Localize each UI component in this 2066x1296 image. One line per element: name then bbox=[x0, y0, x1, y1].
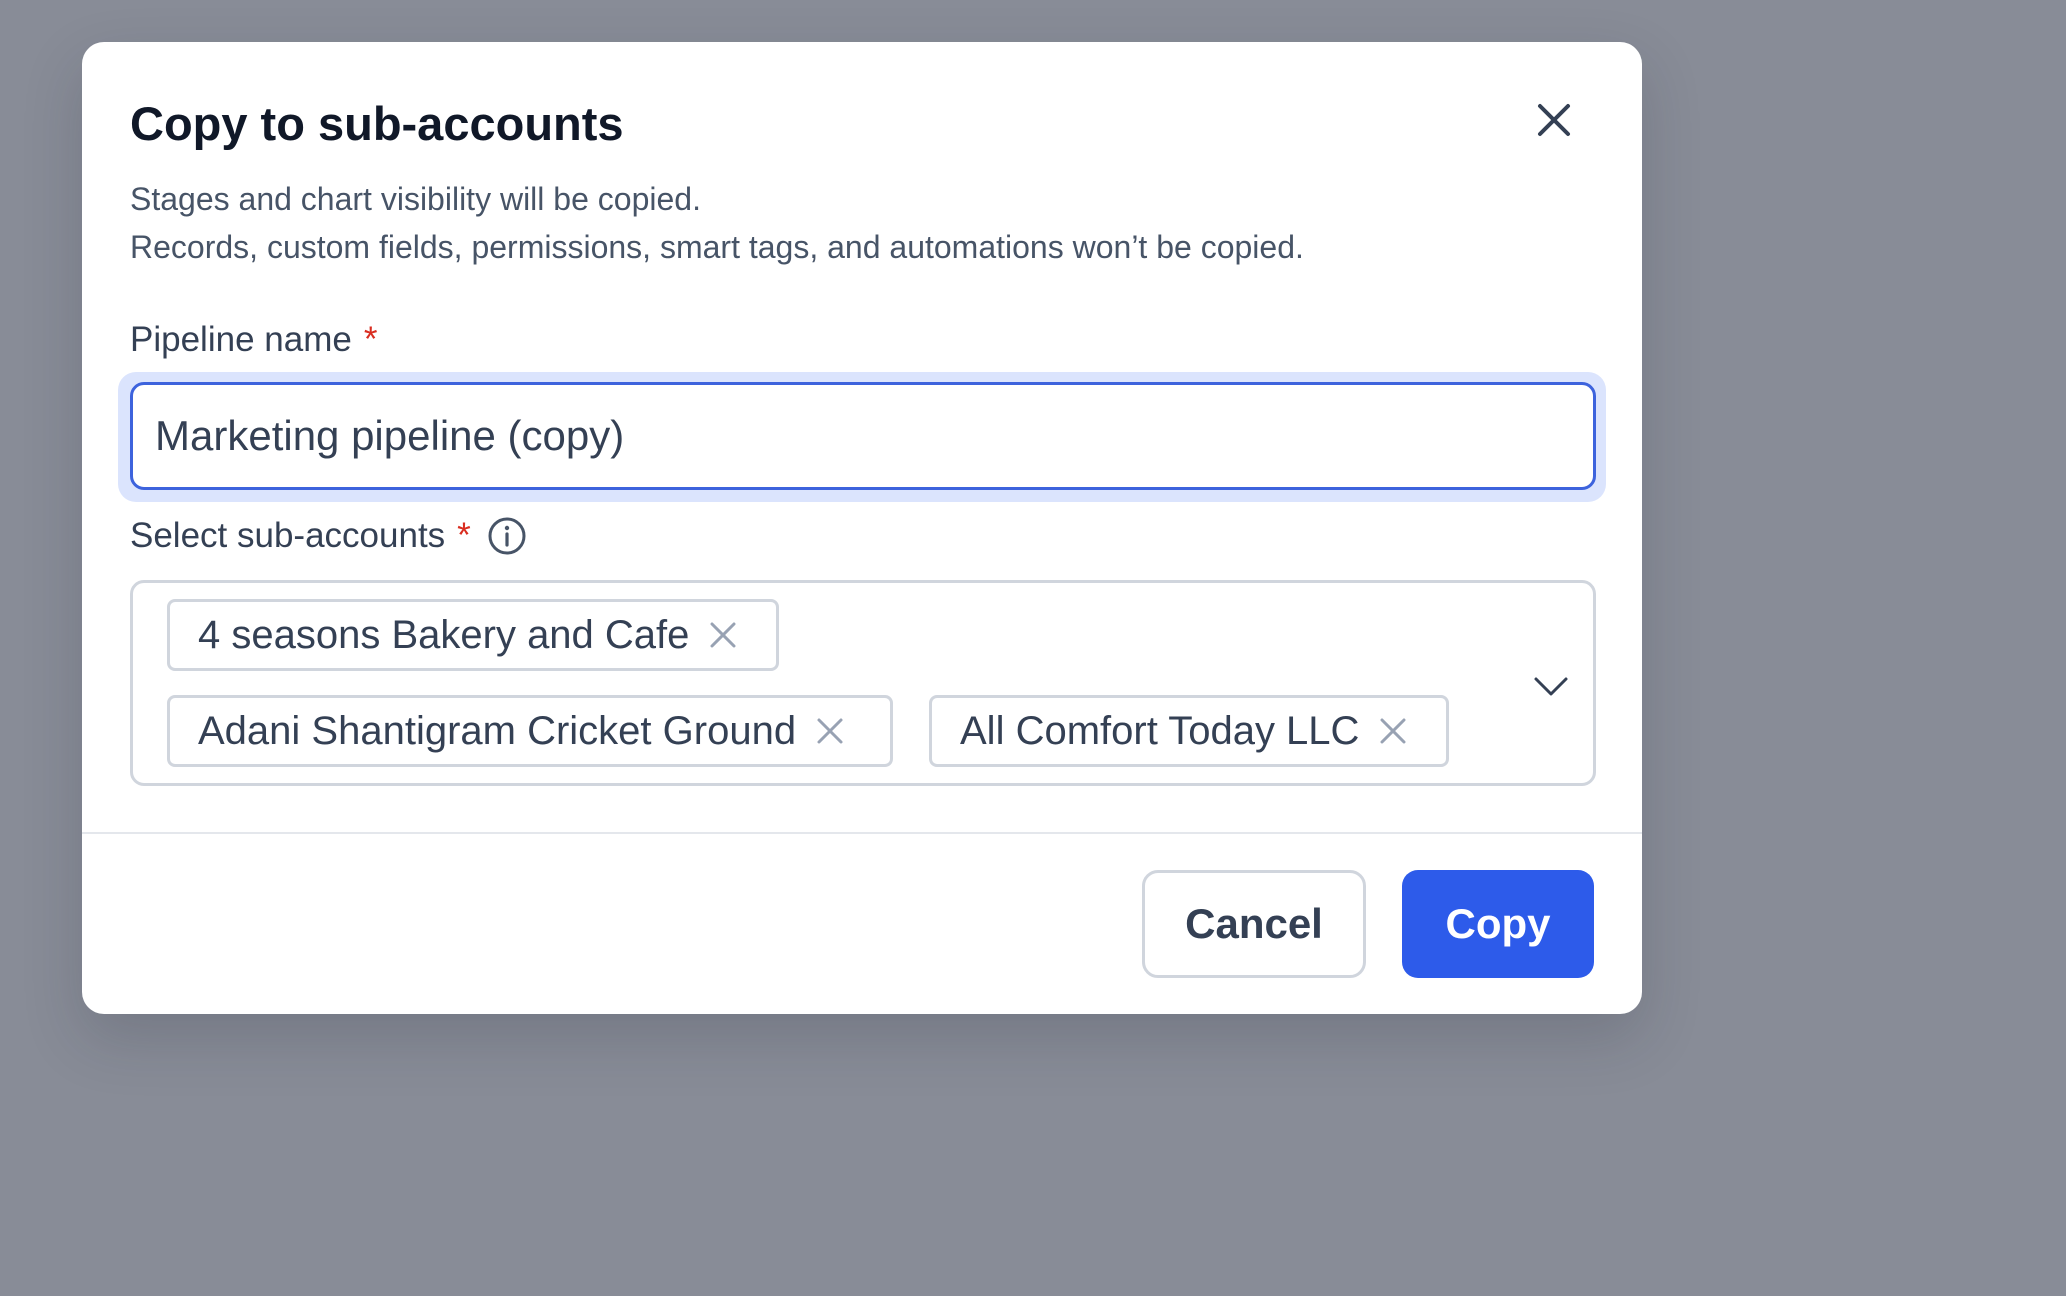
close-button[interactable] bbox=[1530, 96, 1578, 144]
sub-accounts-label: Select sub-accounts * bbox=[130, 516, 527, 556]
dialog-description-copied: Stages and chart visibility will be copi… bbox=[130, 181, 701, 217]
remove-chip-close-icon[interactable] bbox=[810, 711, 850, 751]
required-asterisk: * bbox=[457, 516, 471, 555]
pipeline-name-input[interactable] bbox=[130, 382, 1596, 490]
cancel-button[interactable]: Cancel bbox=[1142, 870, 1366, 978]
chip-label: 4 seasons Bakery and Cafe bbox=[198, 612, 690, 657]
chip-label: Adani Shantigram Cricket Ground bbox=[198, 708, 797, 753]
selected-account-chip: 4 seasons Bakery and Cafe bbox=[167, 599, 779, 671]
selected-account-chip: All Comfort Today LLC bbox=[929, 695, 1449, 767]
copy-to-sub-accounts-dialog: Copy to sub-accounts Stages and chart vi… bbox=[82, 42, 1642, 1014]
remove-chip-close-icon[interactable] bbox=[1373, 711, 1413, 751]
pipeline-name-label-text: Pipeline name bbox=[130, 320, 352, 359]
sub-accounts-multiselect[interactable]: 4 seasons Bakery and Cafe Adani Shantigr… bbox=[130, 580, 1596, 786]
pipeline-name-label: Pipeline name * bbox=[130, 320, 377, 360]
footer-divider bbox=[82, 832, 1642, 834]
dialog-description-not-copied: Records, custom fields, permissions, sma… bbox=[130, 229, 1304, 265]
chip-label: All Comfort Today LLC bbox=[960, 708, 1360, 753]
sub-accounts-label-text: Select sub-accounts bbox=[130, 516, 446, 555]
required-asterisk: * bbox=[363, 320, 378, 359]
selected-account-chip: Adani Shantigram Cricket Ground bbox=[167, 695, 893, 767]
remove-chip-close-icon[interactable] bbox=[703, 615, 743, 655]
copy-button[interactable]: Copy bbox=[1402, 870, 1594, 978]
info-icon[interactable] bbox=[487, 516, 527, 556]
close-icon bbox=[1538, 104, 1570, 136]
chevron-down-icon[interactable] bbox=[1531, 667, 1571, 707]
dialog-title: Copy to sub-accounts bbox=[130, 97, 624, 150]
